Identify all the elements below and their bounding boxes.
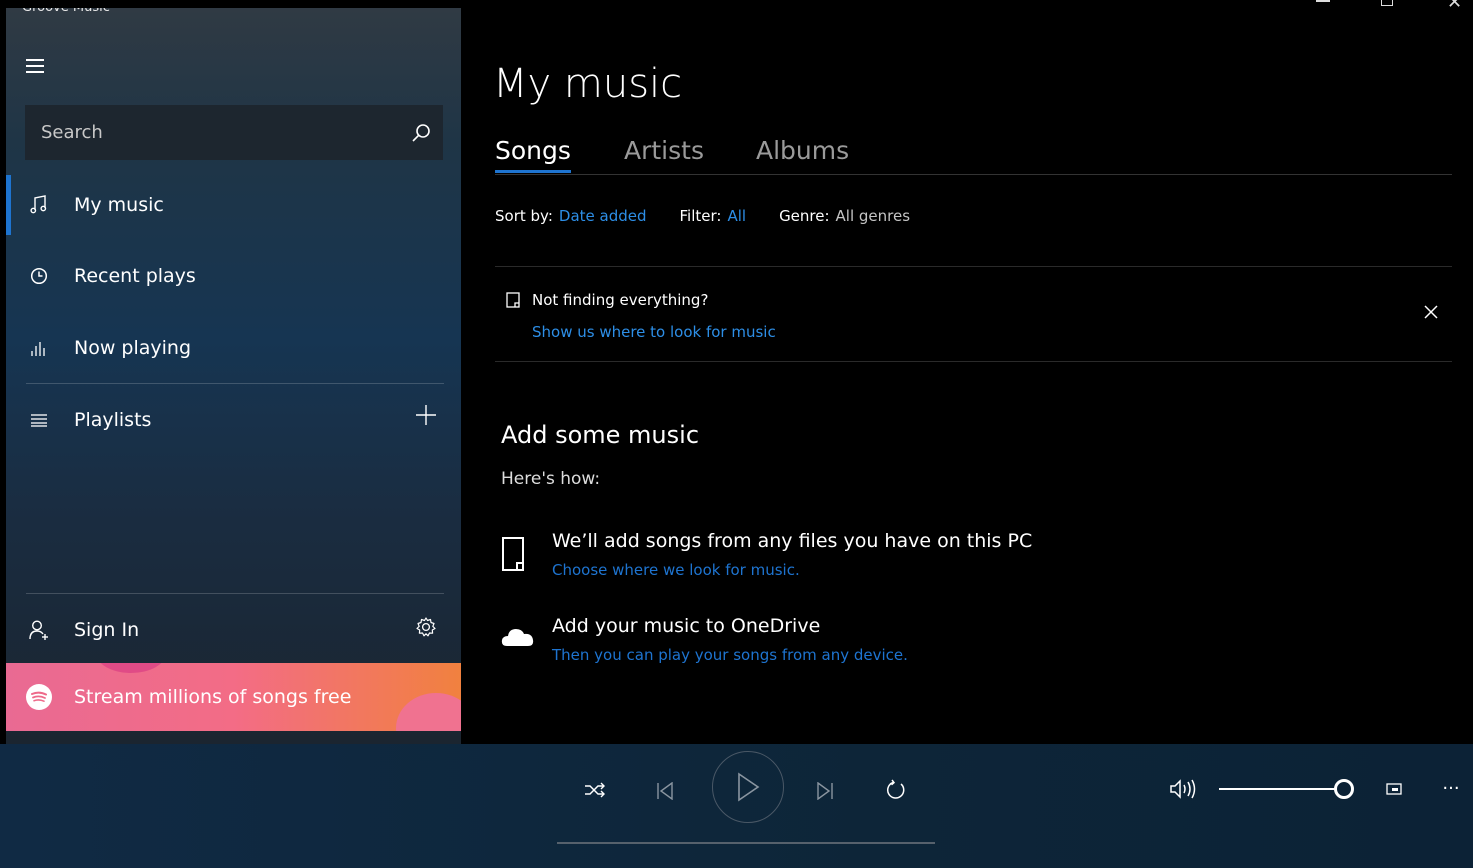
divider — [26, 593, 444, 594]
volume-slider[interactable] — [1219, 788, 1335, 790]
sidebar-item-now-playing[interactable]: Now playing — [6, 318, 461, 378]
divider — [26, 383, 444, 384]
sidebar-item-recent-plays[interactable]: Recent plays — [6, 246, 461, 306]
file-icon — [506, 292, 520, 308]
filter-dropdown[interactable]: All — [727, 207, 746, 225]
decoration — [96, 663, 166, 673]
next-button[interactable] — [812, 778, 838, 804]
tab-albums[interactable]: Albums — [756, 136, 849, 165]
sign-in-button[interactable]: Sign In — [6, 600, 461, 660]
tab-bar: Songs Artists Albums — [495, 134, 1452, 175]
more-icon: ··· — [1442, 777, 1460, 799]
filter-bar: Sort by: Date added Filter: All Genre: A… — [495, 207, 910, 225]
volume-icon — [1170, 779, 1196, 799]
close-icon — [1424, 305, 1438, 319]
genre-label: Genre: — [779, 207, 830, 225]
banner-title: Not finding everything? — [532, 291, 709, 309]
app-title: Groove Music — [22, 8, 110, 16]
player-bar: ··· — [0, 744, 1473, 868]
onedrive-link[interactable]: Then you can play your songs from any de… — [552, 646, 908, 664]
cloud-icon — [501, 624, 535, 660]
music-note-icon — [28, 194, 50, 216]
add-music-subtitle: Here's how: — [501, 469, 601, 489]
shuffle-button[interactable] — [582, 778, 608, 802]
tab-songs[interactable]: Songs — [495, 136, 571, 165]
sign-in-label: Sign In — [74, 619, 140, 641]
plus-icon — [416, 405, 436, 425]
search-icon[interactable] — [399, 111, 443, 155]
active-tab-indicator — [495, 170, 571, 173]
sidebar-item-playlists[interactable]: Playlists — [6, 390, 461, 450]
main-content: ✕ My music Songs Artists Albums Sort by:… — [461, 0, 1473, 744]
page-title: My music — [493, 61, 683, 107]
sidebar: Groove Music My music Recent plays Now p… — [6, 8, 461, 744]
add-from-pc-title: We’ll add songs from any files you have … — [552, 530, 1033, 552]
genre-dropdown[interactable]: All genres — [836, 207, 911, 225]
hamburger-menu-icon[interactable] — [26, 59, 46, 73]
play-button[interactable] — [712, 751, 784, 823]
equalizer-icon — [28, 337, 50, 359]
show-music-locations-link[interactable]: Show us where to look for music — [532, 323, 776, 341]
close-banner-button[interactable] — [1423, 304, 1443, 324]
onedrive-title: Add your music to OneDrive — [552, 615, 821, 637]
sidebar-item-label: Playlists — [74, 409, 152, 431]
minimize-icon[interactable] — [1316, 0, 1330, 2]
seek-bar[interactable] — [557, 842, 935, 844]
promo-label: Stream millions of songs free — [74, 686, 352, 708]
more-button[interactable]: ··· — [1438, 777, 1464, 799]
maximize-icon[interactable] — [1381, 0, 1393, 6]
sort-dropdown[interactable]: Date added — [559, 207, 647, 225]
active-indicator — [6, 175, 11, 235]
mini-player-icon — [1386, 783, 1402, 795]
settings-button[interactable] — [415, 616, 439, 640]
search-input[interactable] — [25, 121, 399, 144]
mini-player-button[interactable] — [1383, 780, 1405, 798]
divider — [495, 266, 1452, 267]
add-user-icon — [28, 619, 50, 641]
repeat-button[interactable] — [882, 776, 910, 804]
search-box — [25, 105, 443, 160]
playlist-icon — [28, 409, 50, 431]
volume-slider-thumb[interactable] — [1334, 779, 1354, 799]
choose-music-folders-link[interactable]: Choose where we look for music. — [552, 561, 800, 579]
file-icon — [501, 536, 527, 572]
sidebar-item-label: Recent plays — [74, 265, 196, 287]
repeat-icon — [886, 779, 905, 799]
previous-button[interactable] — [652, 778, 678, 804]
add-music-heading: Add some music — [501, 421, 700, 449]
clock-icon — [28, 265, 50, 287]
shuffle-icon — [585, 782, 605, 798]
previous-icon — [657, 782, 673, 800]
gear-icon — [416, 617, 436, 637]
add-playlist-button[interactable] — [415, 404, 439, 428]
sidebar-item-label: My music — [74, 194, 164, 216]
decoration — [396, 693, 461, 731]
sidebar-item-label: Now playing — [74, 337, 192, 359]
spotify-promo-banner[interactable]: Stream millions of songs free — [6, 663, 461, 731]
close-window-icon[interactable]: ✕ — [1447, 0, 1462, 13]
next-icon — [817, 782, 833, 800]
filter-label: Filter: — [679, 207, 722, 225]
play-icon — [738, 772, 760, 802]
sort-label: Sort by: — [495, 207, 553, 225]
tab-artists[interactable]: Artists — [624, 136, 704, 165]
divider — [495, 361, 1452, 362]
spotify-icon — [26, 684, 52, 710]
sidebar-item-my-music[interactable]: My music — [6, 175, 461, 235]
volume-button[interactable] — [1168, 777, 1200, 801]
